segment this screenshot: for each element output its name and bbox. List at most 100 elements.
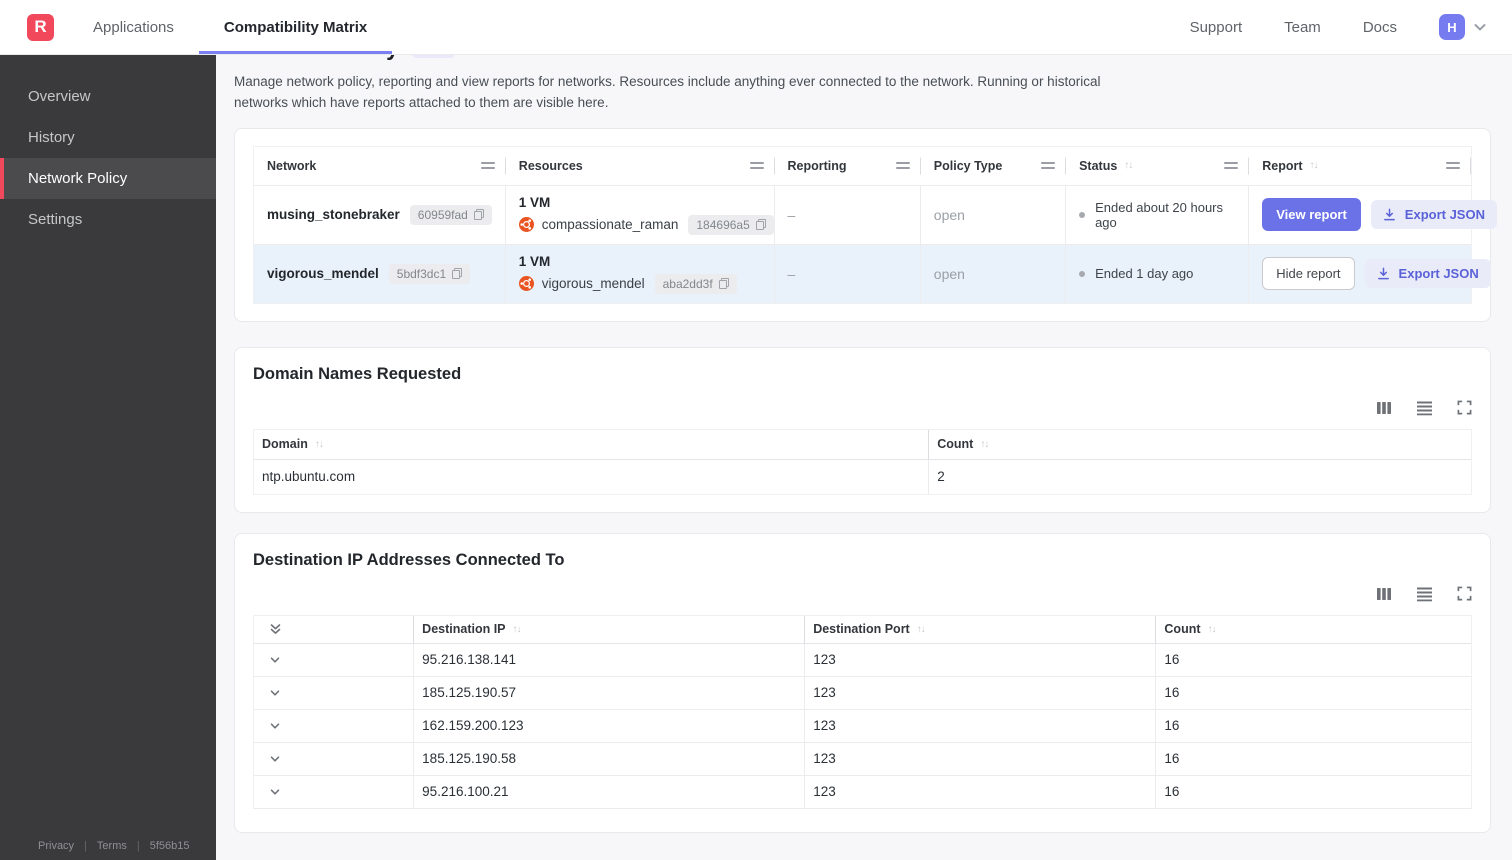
resources-cell: 1 VM compassionate_raman 184696a5 [506, 185, 775, 244]
expand-all-icon[interactable] [269, 622, 282, 636]
top-nav: R Applications Compatibility Matrix Supp… [0, 0, 1512, 55]
row-expand-cell[interactable] [254, 677, 413, 709]
nav-link-team[interactable]: Team [1284, 19, 1321, 36]
sidebar-item-network-policy[interactable]: Network Policy [0, 158, 216, 199]
resource-id-badge: 184696a5 [688, 214, 774, 235]
nav-tab-compatibility-matrix[interactable]: Compatibility Matrix [198, 0, 393, 54]
table-toolbar [253, 400, 1472, 416]
table-toolbar [253, 586, 1472, 602]
column-label: Network [267, 158, 317, 173]
expand-all-cell[interactable] [254, 616, 413, 643]
column-menu-icon[interactable] [749, 160, 765, 171]
column-label: Destination IP [422, 622, 506, 637]
column-menu-icon[interactable] [895, 160, 911, 171]
export-json-button[interactable]: Export JSON [1364, 259, 1491, 289]
copy-icon[interactable] [473, 209, 484, 221]
count-cell: 16 [1155, 643, 1471, 676]
network-policy-table-card: Network Resources Reporting Policy Type … [234, 127, 1497, 322]
sort-icon[interactable] [1208, 624, 1216, 635]
sort-icon[interactable] [1310, 160, 1318, 171]
count-cell: 2 [928, 459, 1471, 494]
view-report-button[interactable]: View report [1262, 198, 1361, 232]
row-expand-cell[interactable] [254, 743, 413, 775]
export-json-button[interactable]: Export JSON [1370, 200, 1497, 230]
vm-count: 1 VM [518, 253, 551, 269]
nav-tab-applications[interactable]: Applications [68, 0, 199, 54]
fullscreen-icon[interactable] [1457, 586, 1472, 601]
destination-port-cell: 123 [804, 742, 1155, 775]
sort-icon[interactable] [1124, 160, 1132, 171]
column-label: Policy Type [933, 158, 1003, 173]
resource-name[interactable]: compassionate_raman [542, 217, 679, 232]
column-header-status: Status [1066, 147, 1249, 185]
sidebar-item-overview[interactable]: Overview [0, 76, 216, 117]
column-header-network: Network [254, 147, 506, 185]
chevron-down-icon[interactable] [269, 654, 281, 666]
destination-port-cell: 123 [804, 676, 1155, 709]
report-cell: View report Export JSON [1249, 186, 1497, 244]
sort-icon[interactable] [917, 624, 925, 635]
copy-icon[interactable] [718, 278, 729, 290]
copy-icon[interactable] [755, 219, 766, 231]
row-expand-cell[interactable] [254, 710, 413, 742]
sidebar-footer: Privacy | Terms | 5f56b15 [0, 840, 216, 852]
chevron-down-icon[interactable] [1472, 19, 1488, 35]
density-icon[interactable] [1416, 400, 1433, 416]
status-cell: Ended about 20 hours ago [1066, 185, 1250, 244]
sidebar-item-history[interactable]: History [0, 117, 216, 158]
sidebar-item-settings[interactable]: Settings [0, 199, 216, 240]
destination-port-cell: 123 [804, 709, 1155, 742]
column-label: Destination Port [813, 622, 910, 637]
sort-icon[interactable] [513, 624, 521, 635]
column-header-resources: Resources [506, 147, 775, 185]
sort-icon[interactable] [315, 439, 323, 450]
terms-link[interactable]: Terms [97, 840, 127, 852]
column-menu-icon[interactable] [1041, 160, 1056, 171]
policy-type-cell: open [921, 244, 1067, 303]
user-menu[interactable]: H [1439, 14, 1488, 40]
network-cell: musing_stonebraker 60959fad [254, 185, 506, 244]
nav-right: Support Team Docs H [1190, 0, 1512, 54]
sidebar: Overview History Network Policy Settings… [0, 55, 216, 860]
chevron-down-icon[interactable] [269, 720, 281, 732]
density-icon[interactable] [1416, 586, 1433, 602]
chevron-down-icon[interactable] [269, 687, 281, 699]
network-id: 60959fad [417, 207, 468, 222]
fullscreen-icon[interactable] [1457, 400, 1472, 415]
column-menu-icon[interactable] [480, 160, 496, 171]
column-header-report: Report [1249, 147, 1471, 185]
resource-name[interactable]: vigorous_mendel [542, 276, 645, 291]
view-report-button[interactable]: Hide report [1262, 257, 1355, 291]
sort-icon[interactable] [980, 439, 988, 450]
nav-link-docs[interactable]: Docs [1363, 19, 1397, 36]
app-logo[interactable]: R [27, 13, 54, 41]
row-expand-cell[interactable] [254, 776, 413, 808]
resources-cell: 1 VM vigorous_mendel aba2dd3f [506, 244, 775, 303]
copy-icon[interactable] [452, 268, 463, 280]
destination-ip-cell: 185.125.190.58 [413, 742, 804, 775]
column-header-reporting: Reporting [775, 147, 921, 185]
network-id-badge: 5bdf3dc1 [388, 263, 471, 284]
nav-link-support[interactable]: Support [1190, 19, 1243, 36]
column-label: Status [1079, 158, 1118, 173]
columns-icon[interactable] [1376, 400, 1392, 416]
chevron-down-icon[interactable] [269, 753, 281, 765]
download-icon [1383, 208, 1395, 221]
destination-ip-cell: 95.216.138.141 [413, 643, 804, 676]
privacy-link[interactable]: Privacy [38, 840, 74, 852]
column-menu-icon[interactable] [1224, 160, 1239, 171]
chevron-down-icon[interactable] [269, 786, 281, 798]
network-id: 5bdf3dc1 [396, 266, 447, 281]
avatar[interactable]: H [1439, 14, 1465, 40]
columns-icon[interactable] [1376, 586, 1392, 602]
reporting-cell: – [775, 244, 921, 303]
status-text: Ended about 20 hours ago [1095, 199, 1224, 230]
main-content: Network Policy Beta Manage network polic… [216, 0, 1512, 833]
card-title: Domain Names Requested [253, 364, 462, 383]
count-cell: 16 [1155, 775, 1471, 808]
ubuntu-icon [518, 276, 534, 292]
table-row: 185.125.190.57 123 16 [254, 676, 1471, 710]
column-label: Resources [518, 158, 583, 173]
row-expand-cell[interactable] [254, 644, 413, 676]
column-menu-icon[interactable] [1445, 160, 1461, 171]
